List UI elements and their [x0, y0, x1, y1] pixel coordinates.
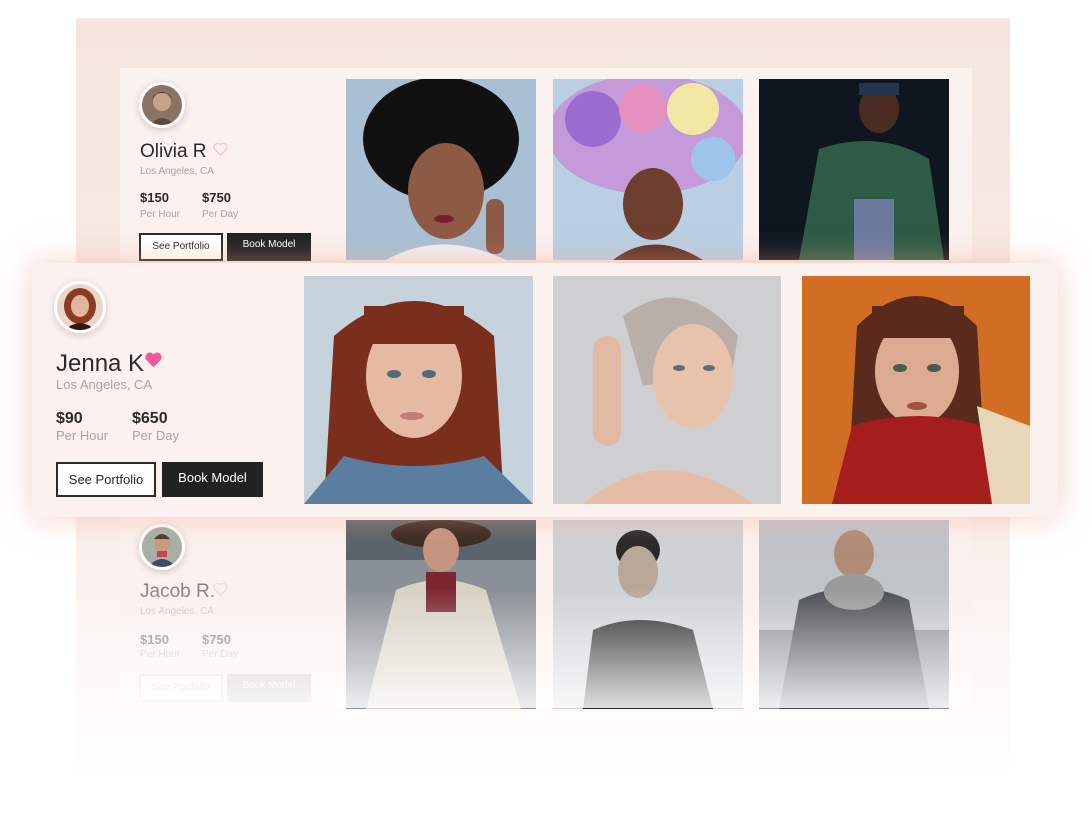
- price-day: $750: [202, 190, 231, 205]
- model-location: Los Angeles, CA: [140, 166, 214, 177]
- model-location: Los Angeles, CA: [56, 377, 153, 392]
- portfolio-photo[interactable]: [802, 276, 1030, 504]
- avatar[interactable]: [139, 82, 185, 128]
- price-day-label: Per Day: [202, 649, 239, 660]
- heart-outline-icon[interactable]: [213, 142, 228, 156]
- book-model-button[interactable]: Book Model: [162, 462, 263, 497]
- portfolio-photo[interactable]: [759, 520, 949, 709]
- price-hour-label: Per Hour: [140, 209, 181, 220]
- book-model-button[interactable]: Book Model: [227, 674, 311, 702]
- portfolio-photo[interactable]: [759, 79, 949, 260]
- price-day: $750: [202, 632, 231, 647]
- model-name: Olivia R: [140, 141, 207, 162]
- price-hour: $150: [140, 190, 169, 205]
- price-day: $650: [132, 410, 168, 427]
- heart-filled-icon[interactable]: [144, 351, 163, 368]
- portfolio-photo[interactable]: [346, 79, 536, 260]
- heart-outline-icon[interactable]: [213, 582, 228, 596]
- book-model-button[interactable]: Book Model: [227, 233, 311, 261]
- price-day-label: Per Day: [132, 428, 179, 443]
- model-card-jacob: Jacob R. Los Angeles, CA $150 Per Hour $…: [120, 516, 972, 709]
- price-hour: $90: [56, 410, 83, 427]
- price-hour-label: Per Hour: [56, 428, 109, 443]
- avatar[interactable]: [139, 524, 185, 570]
- see-portfolio-button[interactable]: See Portfolio: [139, 233, 223, 261]
- model-name: Jacob R.: [140, 581, 215, 602]
- model-card-olivia: Olivia R Los Angeles, CA $150 Per Hour $…: [120, 68, 972, 261]
- portfolio-photo[interactable]: [553, 276, 781, 504]
- price-hour-label: Per Hour: [140, 649, 181, 660]
- portfolio-photo[interactable]: [304, 276, 533, 504]
- price-hour: $150: [140, 632, 169, 647]
- model-card-jenna: Jenna K Los Angeles, CA $90 Per Hour $65…: [32, 263, 1058, 517]
- see-portfolio-button[interactable]: See Portfolio: [139, 674, 223, 702]
- portfolio-photo[interactable]: [346, 520, 536, 709]
- model-location: Los Angeles, CA: [140, 606, 214, 617]
- portfolio-photo[interactable]: [553, 520, 743, 709]
- avatar[interactable]: [54, 281, 106, 333]
- model-name: Jenna K: [56, 350, 145, 377]
- see-portfolio-button[interactable]: See Portfolio: [56, 462, 156, 497]
- price-day-label: Per Day: [202, 209, 239, 220]
- portfolio-photo[interactable]: [553, 79, 743, 260]
